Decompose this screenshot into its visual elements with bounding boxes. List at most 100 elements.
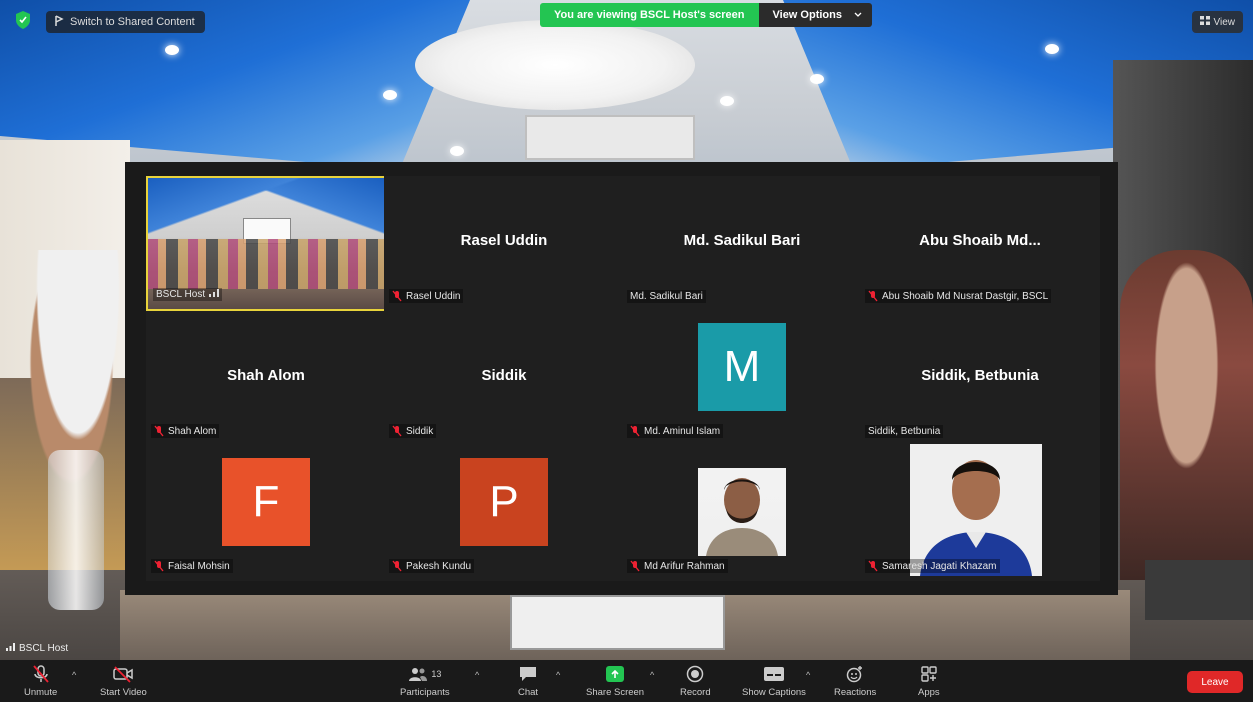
participant-tile[interactable]: Rasel Uddin Rasel Uddin [384, 176, 624, 311]
chevron-up-icon[interactable]: ^ [650, 670, 654, 680]
mic-muted-icon [392, 290, 402, 302]
grid-icon [1199, 16, 1210, 28]
participant-tile[interactable]: P Pakesh Kundu [384, 446, 624, 581]
participant-name-label: Md Arifur Rahman [627, 559, 728, 573]
ceiling-light [1045, 44, 1059, 54]
chevron-up-icon[interactable]: ^ [72, 670, 76, 680]
participant-tile[interactable]: Md Arifur Rahman [622, 446, 862, 581]
person-right [1120, 250, 1253, 580]
profile-photo [698, 468, 786, 556]
mic-muted-icon [630, 425, 640, 437]
chevron-up-icon[interactable]: ^ [556, 670, 560, 680]
participant-name: Md Arifur Rahman [644, 560, 725, 572]
participants-icon: 13 [408, 664, 441, 684]
participant-tile[interactable]: M Md. Aminul Islam [622, 311, 862, 446]
mic-muted-icon [31, 664, 51, 684]
ceiling-light [720, 96, 734, 106]
mic-muted-icon [868, 560, 878, 572]
unmute-button[interactable]: Unmute [24, 664, 57, 698]
leave-button[interactable]: Leave [1187, 671, 1243, 693]
mic-muted-icon [392, 425, 402, 437]
mic-muted-icon [154, 560, 164, 572]
video-off-icon [112, 664, 134, 684]
participant-name-label: Md. Aminul Islam [627, 424, 724, 438]
participant-name: Pakesh Kundu [406, 560, 472, 572]
participant-name-label: BSCL Host [153, 288, 223, 301]
start-video-button[interactable]: Start Video [100, 664, 147, 698]
participant-tile[interactable]: Samaresh Jagati Khazam [860, 444, 1100, 581]
thumb-people [148, 239, 384, 289]
switch-icon [54, 14, 64, 30]
participant-name-label: Faisal Mohsin [151, 559, 233, 573]
emoji-icon [846, 664, 864, 684]
participant-name: Rasel Uddin [406, 290, 461, 302]
show-captions-button[interactable]: Show Captions [742, 664, 806, 698]
signal-icon [6, 643, 15, 654]
participant-tile[interactable]: Shah Alom Shah Alom [146, 311, 386, 446]
view-options-button[interactable]: View Options [758, 3, 872, 27]
share-screen-button[interactable]: Share Screen [586, 664, 644, 698]
participant-display-name: Shah Alom [227, 367, 305, 384]
laptop [1145, 560, 1253, 620]
participants-label: Participants [400, 687, 450, 698]
participant-name-label: Rasel Uddin [389, 289, 464, 303]
show-captions-label: Show Captions [742, 687, 806, 698]
participant-name: Faisal Mohsin [168, 560, 230, 572]
view-button[interactable]: View [1191, 11, 1243, 33]
share-screen-icon [606, 664, 625, 684]
share-screen-label: Share Screen [586, 687, 645, 698]
participant-tile[interactable]: Md. Sadikul Bari Md. Sadikul Bari [622, 176, 862, 311]
participant-tile[interactable]: Siddik Siddik [384, 311, 624, 446]
mic-muted-icon [392, 560, 402, 572]
participant-display-name: Abu Shoaib Md... [919, 232, 1041, 249]
view-label: View [1213, 16, 1236, 28]
record-icon [686, 664, 704, 684]
participants-count: 13 [431, 669, 442, 679]
ceiling-light [810, 74, 824, 84]
ceiling-light [450, 146, 464, 156]
participant-display-name: Siddik, Betbunia [921, 367, 1039, 384]
ceiling-light [383, 90, 397, 100]
participant-tile[interactable]: Abu Shoaib Md... Abu Shoaib Md Nusrat Da… [860, 176, 1100, 311]
mic-muted-icon [868, 290, 878, 302]
apps-icon [920, 664, 938, 684]
chevron-up-icon[interactable]: ^ [806, 670, 810, 680]
participant-name-label: Md. Sadikul Bari [627, 290, 706, 303]
participant-name: Siddik, Betbunia [868, 426, 941, 437]
ceiling-dome [415, 20, 695, 110]
record-button[interactable]: Record [680, 664, 711, 698]
gallery-view: BSCL Host Rasel Uddin Rasel Uddin Md. Sa… [125, 162, 1118, 595]
switch-to-shared-content-button[interactable]: Switch to Shared Content [46, 11, 205, 33]
record-label: Record [680, 687, 711, 698]
main-view-name-label: BSCL Host [6, 643, 68, 654]
participant-display-name: Md. Sadikul Bari [683, 232, 801, 249]
participant-name: Abu Shoaib Md Nusrat Dastgir, BSCL [882, 290, 1049, 302]
participant-tile[interactable]: F Faisal Mohsin [146, 446, 386, 581]
reactions-button[interactable]: Reactions [834, 664, 876, 698]
mic-muted-icon [154, 425, 164, 437]
participant-name: Md. Sadikul Bari [630, 291, 703, 302]
participant-tile[interactable]: Siddik, Betbunia Siddik, Betbunia [860, 311, 1100, 446]
chat-label: Chat [518, 687, 539, 698]
chat-button[interactable]: Chat [518, 664, 538, 698]
apps-button[interactable]: Apps [918, 664, 940, 698]
apps-label: Apps [918, 687, 940, 698]
participant-display-name: Siddik [481, 367, 527, 384]
chevron-up-icon[interactable]: ^ [475, 670, 479, 680]
chevron-down-icon [854, 9, 862, 21]
profile-photo [910, 444, 1042, 576]
participant-display-name: Rasel Uddin [460, 232, 548, 249]
switch-label: Switch to Shared Content [70, 16, 195, 28]
participant-name: Md. Aminul Islam [644, 425, 721, 437]
signal-icon [209, 289, 220, 300]
security-shield-icon[interactable] [14, 10, 32, 30]
meeting-toolbar: Unmute ^ Start Video 13 Participants ^ C… [0, 660, 1253, 702]
participant-tile-bscl-host[interactable]: BSCL Host [146, 176, 386, 311]
ceiling-light [165, 45, 179, 55]
participant-name-label: Siddik, Betbunia [865, 425, 944, 438]
participant-name-label: Pakesh Kundu [389, 559, 475, 573]
participant-name: Shah Alom [168, 425, 217, 437]
participant-name: Samaresh Jagati Khazam [882, 560, 997, 572]
participants-button[interactable]: 13 Participants [400, 664, 450, 698]
participant-name: BSCL Host [156, 289, 206, 300]
